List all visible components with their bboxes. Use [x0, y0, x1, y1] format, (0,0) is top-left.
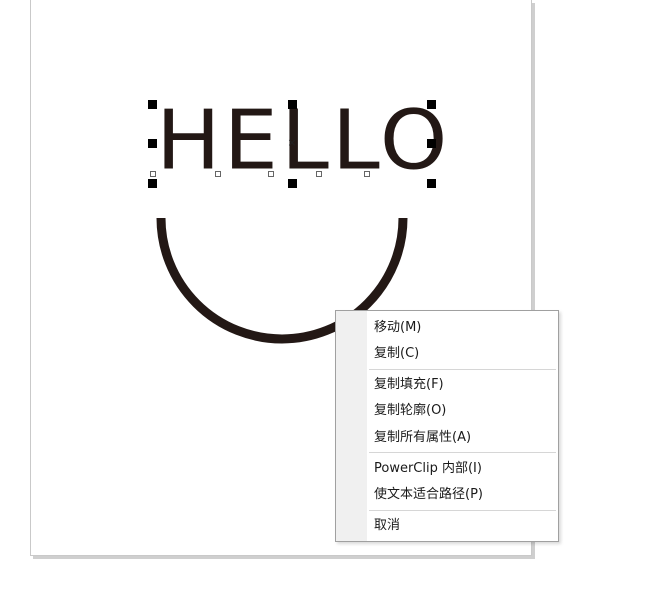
hello-text-object[interactable]: HELLO — [156, 100, 450, 182]
glyph-node[interactable] — [215, 171, 221, 177]
menu-item-cancel[interactable]: 取消 — [374, 514, 400, 538]
context-menu: 移动(M) 复制(C) 复制填充(F) 复制轮廓(O) 复制所有属性(A) Po… — [335, 310, 559, 542]
selection-handle-bottom-middle[interactable] — [288, 179, 297, 188]
menu-separator — [369, 510, 556, 511]
selection-handle-middle-left[interactable] — [148, 139, 157, 148]
selection-handle-middle-right[interactable] — [427, 139, 436, 148]
menu-item-copy-outline[interactable]: 复制轮廓(O) — [374, 399, 446, 423]
selection-handle-top-middle[interactable] — [288, 100, 297, 109]
glyph-node[interactable] — [150, 171, 156, 177]
glyph-node[interactable] — [268, 171, 274, 177]
menu-separator — [369, 369, 556, 370]
glyph-node[interactable] — [364, 171, 370, 177]
selection-handle-bottom-left[interactable] — [148, 179, 157, 188]
menu-icon-gutter — [336, 311, 367, 541]
selection-handle-top-right[interactable] — [427, 100, 436, 109]
menu-item-copy-all-properties[interactable]: 复制所有属性(A) — [374, 426, 471, 450]
menu-item-copy[interactable]: 复制(C) — [374, 342, 419, 366]
menu-separator — [369, 452, 556, 453]
menu-item-powerclip-inside[interactable]: PowerClip 内部(I) — [374, 457, 482, 481]
menu-item-move[interactable]: 移动(M) — [374, 316, 421, 340]
glyph-node[interactable] — [316, 171, 322, 177]
menu-item-copy-fill[interactable]: 复制填充(F) — [374, 373, 444, 397]
menu-item-fit-text-to-path[interactable]: 使文本适合路径(P) — [374, 483, 483, 507]
selection-handle-top-left[interactable] — [148, 100, 157, 109]
selection-handle-bottom-right[interactable] — [427, 179, 436, 188]
rotation-center-icon[interactable]: × — [287, 137, 297, 148]
